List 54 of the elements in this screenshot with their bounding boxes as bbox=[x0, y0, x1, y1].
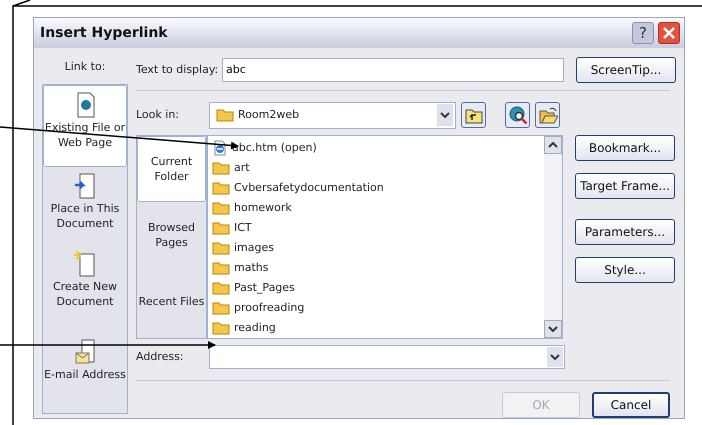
text-to-display-field[interactable]: abc bbox=[222, 58, 564, 82]
file-list-item[interactable]: homework bbox=[212, 198, 544, 218]
screentip-button[interactable]: ScreenTip... bbox=[576, 57, 676, 83]
help-button[interactable]: ? bbox=[632, 22, 654, 44]
web-page-icon bbox=[212, 140, 228, 156]
file-list-item[interactable]: Cvbersafetydocumentation bbox=[212, 178, 544, 198]
file-list-item[interactable]: art bbox=[212, 158, 544, 178]
folder-icon bbox=[212, 321, 230, 335]
open-folder-icon bbox=[538, 105, 558, 125]
caret-icon bbox=[437, 104, 453, 126]
toolbar-button[interactable] bbox=[535, 102, 560, 128]
folder-icon bbox=[212, 201, 230, 215]
toolbar-button[interactable] bbox=[505, 102, 530, 128]
globe-magnifier-icon bbox=[508, 105, 528, 125]
folder-icon bbox=[212, 161, 230, 175]
side-button[interactable]: Style... bbox=[575, 257, 675, 283]
file-list-item[interactable]: maths bbox=[212, 258, 544, 278]
text-to-display-label: Text to display: bbox=[136, 62, 220, 78]
folder-icon bbox=[212, 281, 230, 295]
scroll-up-icon bbox=[544, 136, 562, 154]
places-item[interactable]: Recent Files bbox=[137, 268, 206, 334]
link-to-item[interactable]: Create New Document bbox=[43, 245, 127, 323]
window-title: Insert Hyperlink bbox=[40, 24, 169, 42]
link-to-item[interactable]: Existing File or Web Page bbox=[43, 85, 127, 167]
link-to-item[interactable]: E-mail Address bbox=[43, 333, 127, 403]
address-field[interactable] bbox=[209, 345, 565, 369]
close-button[interactable] bbox=[658, 22, 680, 44]
side-button[interactable]: Target Frame... bbox=[575, 173, 675, 199]
look-in-label: Look in: bbox=[136, 106, 180, 123]
folder-icon bbox=[212, 261, 230, 275]
side-button[interactable]: Parameters... bbox=[575, 219, 675, 245]
close-icon bbox=[663, 27, 675, 39]
toolbar-button[interactable] bbox=[461, 102, 486, 128]
scroll-down-icon bbox=[544, 320, 562, 338]
folder-icon bbox=[212, 221, 230, 235]
side-button[interactable]: Bookmark... bbox=[575, 135, 675, 161]
caret-icon bbox=[547, 347, 563, 367]
folder-icon bbox=[216, 108, 234, 122]
file-list-item[interactable]: proofreading bbox=[212, 298, 544, 318]
cancel-button[interactable]: Cancel bbox=[592, 392, 670, 418]
link-to-label: Link to: bbox=[64, 59, 106, 75]
places-item[interactable]: Current Folder bbox=[137, 136, 206, 202]
folder-icon bbox=[212, 241, 230, 255]
places-item[interactable]: Browsed Pages bbox=[137, 202, 206, 268]
folder-icon bbox=[212, 181, 230, 195]
file-list-item[interactable]: reading bbox=[212, 318, 544, 338]
look-in-dropdown[interactable]: Room2web bbox=[209, 102, 456, 128]
file-list-item[interactable]: images bbox=[212, 238, 544, 258]
file-list-item[interactable]: ICT bbox=[212, 218, 544, 238]
folder-icon bbox=[212, 301, 230, 315]
scrollbar[interactable] bbox=[544, 136, 562, 338]
file-list-item[interactable]: Past_Pages bbox=[212, 278, 544, 298]
address-label: Address: bbox=[136, 348, 185, 365]
link-to-item[interactable]: Place in This Document bbox=[43, 167, 127, 245]
